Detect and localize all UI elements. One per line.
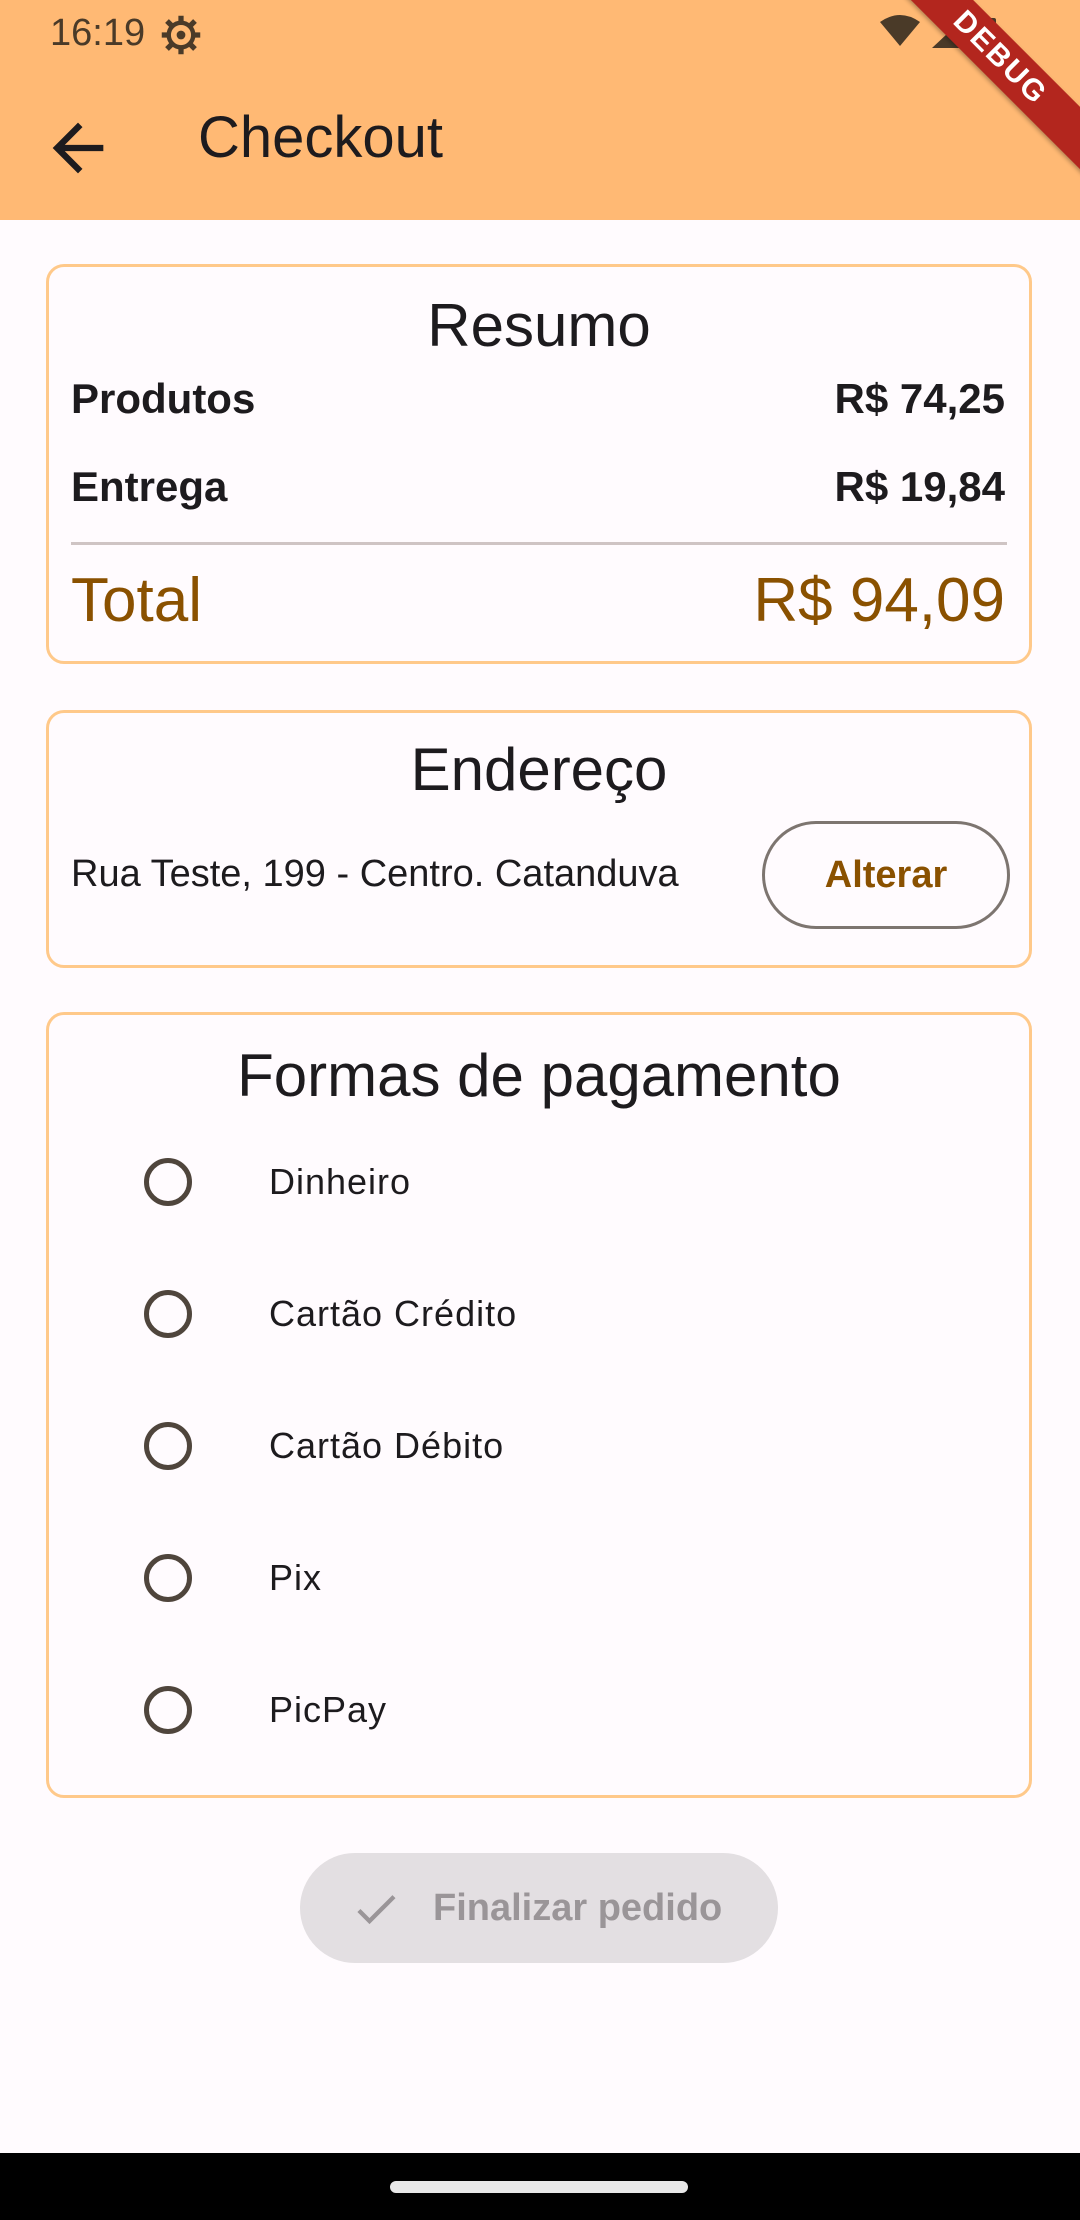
delivery-value: R$ 19,84 [834,463,1005,510]
radio-button[interactable] [144,1290,192,1338]
finish-order-label: Finalizar pedido [433,1887,723,1929]
radio-button[interactable] [144,1422,192,1470]
payment-option-cartao-credito[interactable]: Cartão Crédito [49,1267,1029,1367]
radio-button[interactable] [144,1686,192,1734]
payment-option-pix[interactable]: Pix [49,1531,1029,1631]
app-bar: 16:19 DEBUG Checkout [0,0,1080,220]
payment-option-label: Dinheiro [269,1161,412,1202]
payment-option-cartao-debito[interactable]: Cartão Débito [49,1399,1029,1499]
page-title: Checkout [198,105,444,170]
payment-option-dinheiro[interactable]: Dinheiro [49,1135,1029,1235]
payment-option-label: Pix [269,1557,323,1598]
wifi-icon [880,15,920,46]
payment-title: Formas de pagamento [237,1042,841,1109]
address-text: Rua Teste, 199 - Centro. Catanduva [71,853,679,895]
home-gesture-handle[interactable] [390,2181,688,2193]
products-label: Produtos [71,375,256,422]
finish-order-button[interactable]: Finalizar pedido [300,1853,778,1963]
address-card: Endereço Rua Teste, 199 - Centro. Catand… [46,710,1032,968]
divider [71,542,1007,545]
back-arrow-icon[interactable] [40,110,116,186]
payment-option-picpay[interactable]: PicPay [49,1663,1029,1763]
payment-card: Formas de pagamento Dinheiro Cartão Créd… [46,1012,1032,1798]
change-address-button[interactable]: Alterar [762,821,1010,929]
payment-option-label: Cartão Crédito [269,1293,518,1334]
total-label: Total [71,566,202,635]
summary-card: Resumo Produtos R$ 74,25 Entrega R$ 19,8… [46,264,1032,664]
radio-button[interactable] [144,1158,192,1206]
delivery-label: Entrega [71,463,228,510]
payment-option-label: Cartão Débito [269,1425,505,1466]
radio-button[interactable] [144,1554,192,1602]
address-title: Endereço [410,736,668,803]
settings-icon [161,15,201,55]
system-nav-bar [0,2153,1080,2220]
summary-title: Resumo [427,292,651,359]
check-icon [357,1895,396,1925]
payment-option-label: PicPay [269,1689,388,1730]
total-value: R$ 94,09 [753,566,1005,635]
products-value: R$ 74,25 [834,375,1005,422]
status-time: 16:19 [50,12,146,54]
